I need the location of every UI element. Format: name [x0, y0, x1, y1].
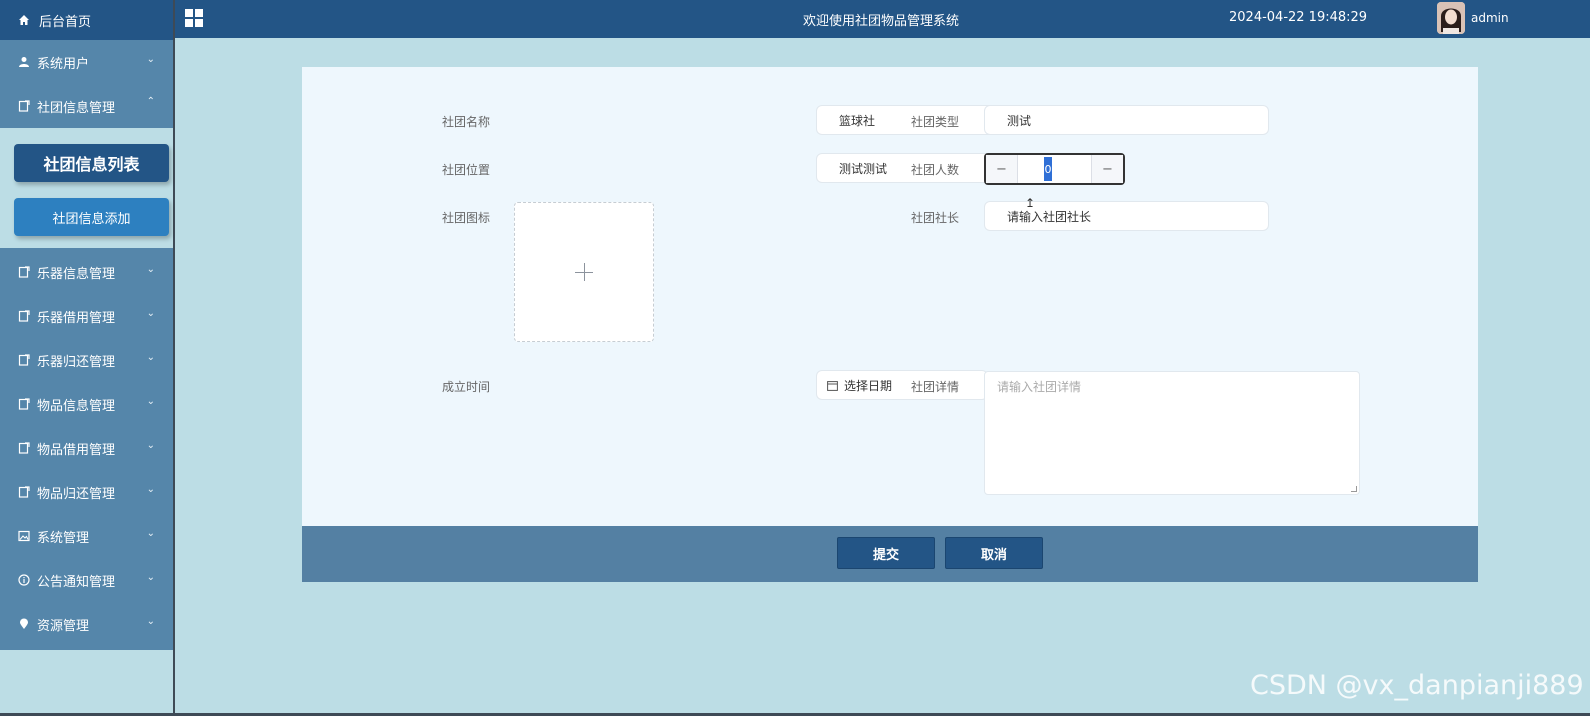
chevron-down-icon: ⌄	[146, 616, 155, 627]
sidebar-item-label: 物品借用管理	[37, 442, 116, 458]
club-detail-textarea[interactable]: 请输入社团详情	[984, 371, 1360, 495]
sidebar-item-instrument-return[interactable]: 乐器归还管理 ⌄	[0, 338, 173, 382]
form-footer: 提交 取消	[302, 526, 1478, 582]
document-icon	[17, 265, 31, 279]
sidebar-home-label: 后台首页	[39, 14, 92, 30]
club-leader-label: 社团社长	[910, 211, 959, 225]
chevron-down-icon: ⌄	[146, 484, 155, 495]
document-icon	[17, 309, 31, 323]
document-icon	[17, 441, 31, 455]
submit-button[interactable]: 提交	[837, 537, 935, 569]
sidebar-item-label: 物品归还管理	[37, 486, 116, 502]
chevron-down-icon: ⌄	[146, 352, 155, 363]
sidebar-item-instrument-info[interactable]: 乐器信息管理 ⌄	[0, 250, 173, 294]
document-icon	[17, 485, 31, 499]
sidebar-item-label: 社团信息管理	[37, 100, 116, 116]
sidebar-item-instrument-borrow[interactable]: 乐器借用管理 ⌄	[0, 294, 173, 338]
calendar-icon	[825, 378, 839, 392]
chevron-down-icon: ⌄	[146, 572, 155, 583]
chevron-down-icon: ⌄	[146, 54, 155, 65]
sidebar-item-goods-info[interactable]: 物品信息管理 ⌄	[0, 382, 173, 426]
watermark: CSDN @vx_danpianji889	[1250, 670, 1584, 701]
decrement-button[interactable]: −	[986, 155, 1018, 183]
picture-icon	[17, 529, 31, 543]
sidebar-item-label: 乐器信息管理	[37, 266, 116, 282]
sidebar-item-label: 资源管理	[37, 618, 90, 634]
mouse-cursor-icon: ↥	[1025, 196, 1036, 210]
sidebar-item-system-manage[interactable]: 系统管理 ⌄	[0, 514, 173, 558]
club-leader-value: 请输入社团社长	[1007, 209, 1092, 224]
sidebar-home[interactable]: 后台首页	[0, 0, 173, 40]
club-location-label: 社团位置	[441, 163, 490, 177]
sidebar-menu: 系统用户 ⌄ 社团信息管理 ⌃ 乐器信息管理 ⌄ 乐器借用管理 ⌄ 乐器归还管理…	[0, 40, 173, 650]
sidebar-item-label: 公告通知管理	[37, 574, 116, 590]
info-icon	[17, 573, 31, 587]
document-icon	[17, 397, 31, 411]
club-count-stepper[interactable]: − 0 −	[984, 153, 1125, 185]
club-type-label: 社团类型	[910, 115, 959, 129]
chevron-down-icon: ⌄	[146, 396, 155, 407]
club-name-label: 社团名称	[441, 115, 490, 129]
club-detail-placeholder: 请输入社团详情	[997, 380, 1082, 394]
increment-button[interactable]: −	[1091, 155, 1123, 183]
location-pin-icon	[17, 617, 31, 631]
cancel-button[interactable]: 取消	[945, 537, 1043, 569]
current-datetime: 2024-04-22 19:48:29	[1229, 10, 1368, 25]
sidebar-item-label: 乐器借用管理	[37, 310, 116, 326]
club-location-value: 测试测试	[839, 161, 888, 176]
sidebar-item-label: 系统用户	[37, 56, 90, 72]
club-form-card: 社团名称 篮球社 社团类型 测试 社团位置 测试测试 社团人数 − 0 − 社团…	[302, 67, 1478, 582]
club-count-label: 社团人数	[910, 163, 959, 177]
club-type-value: 测试	[1007, 113, 1032, 128]
club-detail-label: 社团详情	[910, 380, 959, 394]
sidebar-item-label: 乐器归还管理	[37, 354, 116, 370]
founded-date-placeholder: 选择日期	[844, 378, 893, 393]
sidebar-item-label: 物品信息管理	[37, 398, 116, 414]
chevron-down-icon: ⌄	[146, 264, 155, 275]
resize-handle[interactable]	[1351, 486, 1357, 492]
document-icon	[17, 353, 31, 367]
club-type-input[interactable]: 测试	[984, 105, 1269, 135]
menu-grid-icon[interactable]	[185, 9, 203, 27]
user-icon	[17, 55, 31, 69]
club-icon-label: 社团图标	[441, 211, 490, 225]
plus-icon-vertical	[584, 263, 585, 281]
submenu-club-add-label: 社团信息添加	[52, 211, 131, 227]
club-name-value: 篮球社	[839, 113, 876, 128]
club-icon-upload[interactable]	[514, 202, 654, 342]
chevron-up-icon: ⌃	[146, 96, 155, 107]
sidebar: 后台首页 系统用户 ⌄ 社团信息管理 ⌃ 乐器信息管理 ⌄ 乐器借用管理 ⌄ 乐…	[0, 0, 175, 716]
founded-date-label: 成立时间	[441, 380, 490, 394]
sidebar-item-label: 系统管理	[37, 530, 90, 546]
submenu-club-list[interactable]: 社团信息列表	[14, 144, 169, 182]
sidebar-item-goods-borrow[interactable]: 物品借用管理 ⌄	[0, 426, 173, 470]
document-icon	[17, 99, 31, 113]
sidebar-item-resources[interactable]: 资源管理 ⌄	[0, 602, 173, 646]
system-title: 欢迎使用社团物品管理系统	[803, 14, 960, 29]
submenu-club-add[interactable]: 社团信息添加	[14, 198, 169, 236]
sidebar-item-notice[interactable]: 公告通知管理 ⌄	[0, 558, 173, 602]
username[interactable]: admin	[1471, 11, 1509, 25]
club-count-value[interactable]: 0	[1044, 157, 1052, 181]
sidebar-item-goods-return[interactable]: 物品归还管理 ⌄	[0, 470, 173, 514]
sidebar-item-club-info[interactable]: 社团信息管理 ⌃	[0, 84, 173, 128]
top-bar: 欢迎使用社团物品管理系统 2024-04-22 19:48:29 admin	[175, 0, 1590, 38]
chevron-down-icon: ⌄	[146, 308, 155, 319]
home-icon	[17, 13, 31, 27]
submenu-club-list-label: 社团信息列表	[43, 155, 140, 174]
chevron-down-icon: ⌄	[146, 440, 155, 451]
avatar[interactable]	[1437, 2, 1465, 34]
sidebar-item-system-users[interactable]: 系统用户 ⌄	[0, 40, 173, 84]
chevron-down-icon: ⌄	[146, 528, 155, 539]
